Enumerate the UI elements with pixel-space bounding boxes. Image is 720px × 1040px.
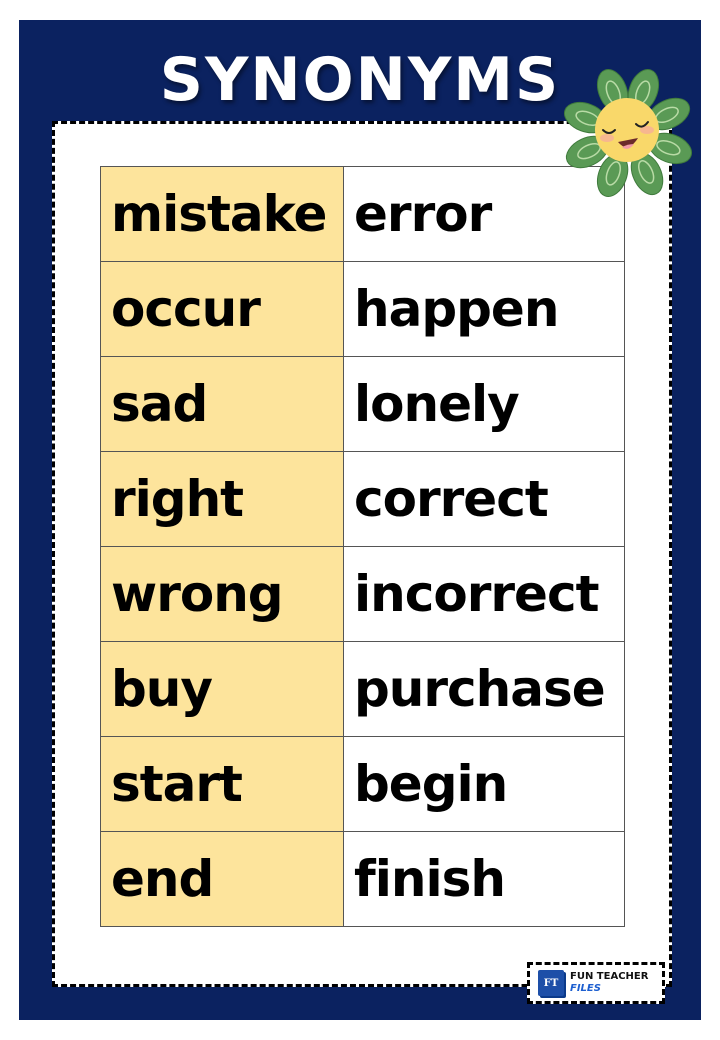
word-cell: end: [100, 831, 344, 927]
logo-line-1: FUN TEACHER: [570, 971, 649, 982]
word-cell: mistake: [100, 166, 344, 262]
smiling-flower-icon: [563, 68, 693, 198]
synonym-cell: begin: [343, 736, 625, 832]
book-icon: FT: [538, 970, 564, 996]
table-row: occur happen: [100, 261, 625, 357]
table-row: wrong incorrect: [100, 546, 625, 642]
table-row: end finish: [100, 831, 625, 927]
word-cell: buy: [100, 641, 344, 737]
word-cell: sad: [100, 356, 344, 452]
synonym-cell: purchase: [343, 641, 625, 737]
word-cell: wrong: [100, 546, 344, 642]
table-row: start begin: [100, 736, 625, 832]
table-row: buy purchase: [100, 641, 625, 737]
synonyms-table: mistake error occur happen sad lonely ri…: [100, 166, 625, 927]
brand-logo: FT FUN TEACHER FILES: [527, 962, 665, 1004]
synonym-cell: finish: [343, 831, 625, 927]
synonym-cell: lonely: [343, 356, 625, 452]
logo-line-2: FILES: [570, 983, 601, 994]
word-cell: start: [100, 736, 344, 832]
table-row: right correct: [100, 451, 625, 547]
word-cell: right: [100, 451, 344, 547]
synonym-cell: happen: [343, 261, 625, 357]
logo-text: FUN TEACHER FILES: [570, 971, 648, 995]
synonym-cell: incorrect: [343, 546, 625, 642]
synonym-cell: correct: [343, 451, 625, 547]
table-row: sad lonely: [100, 356, 625, 452]
word-cell: occur: [100, 261, 344, 357]
table-row: mistake error: [100, 166, 625, 262]
